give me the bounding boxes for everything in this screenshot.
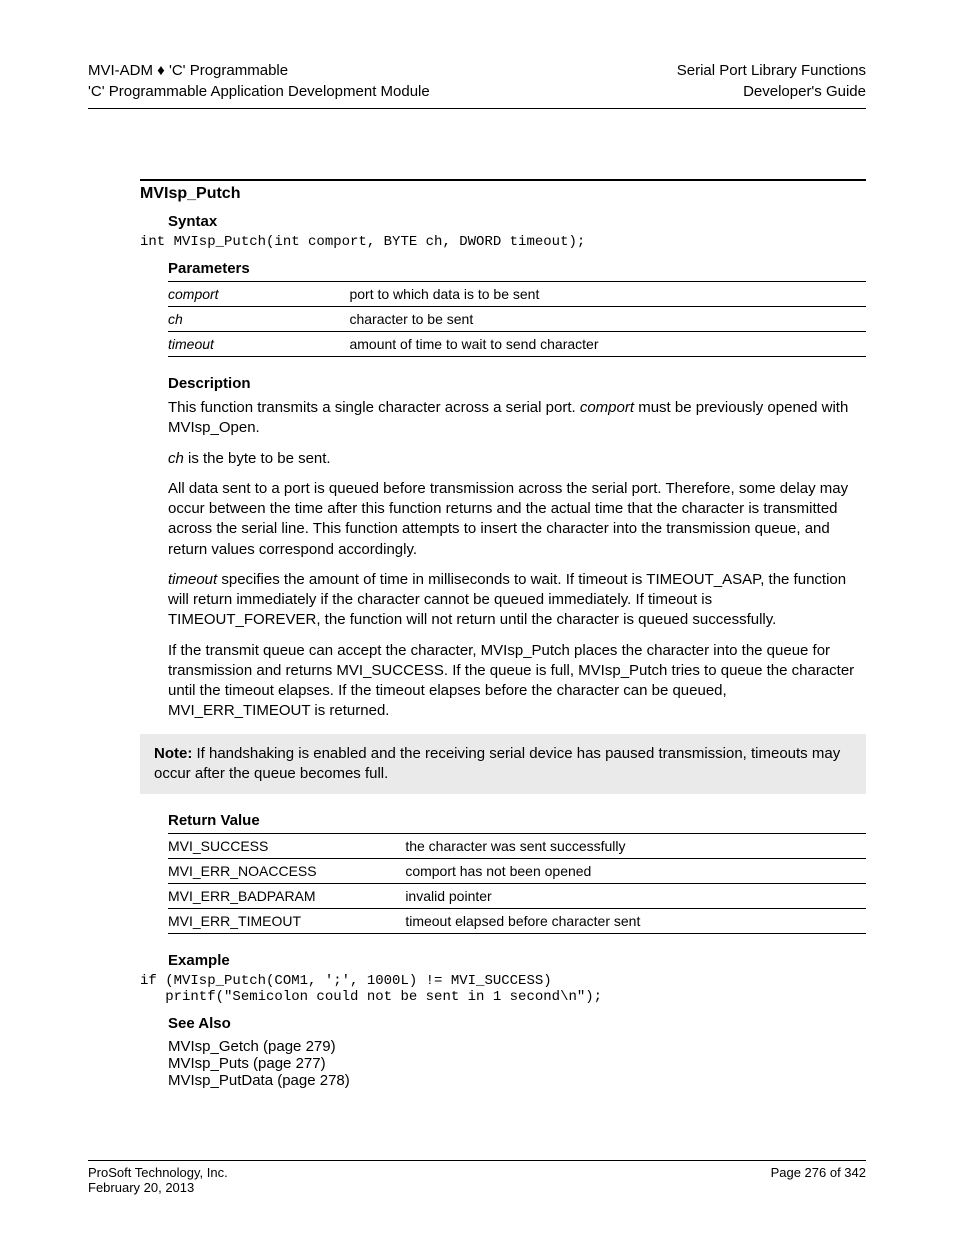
table-row: MVI_ERR_BADPARAM invalid pointer: [168, 884, 866, 909]
footer-company: ProSoft Technology, Inc.: [88, 1165, 328, 1180]
desc-p3: All data sent to a port is queued before…: [168, 479, 866, 560]
desc-p4: timeout specifies the amount of time in …: [168, 570, 866, 631]
param-desc: character to be sent: [349, 307, 866, 332]
param-name: ch: [168, 307, 349, 332]
description-body: This function transmits a single charact…: [168, 398, 866, 722]
heading-syntax: Syntax: [168, 213, 866, 230]
header-left-line2: 'C' Programmable Application Development…: [88, 81, 430, 102]
desc-p1: This function transmits a single charact…: [168, 398, 866, 439]
function-title: MVIsp_Putch: [140, 185, 866, 203]
note-label: Note:: [154, 745, 192, 762]
table-row: ch character to be sent: [168, 307, 866, 332]
table-row: MVI_SUCCESS the character was sent succe…: [168, 834, 866, 859]
ret-desc: invalid pointer: [405, 884, 866, 909]
example-code: if (MVIsp_Putch(COM1, ';', 1000L) != MVI…: [140, 973, 866, 1005]
ret-name: MVI_ERR_NOACCESS: [168, 859, 405, 884]
header-left-line1: MVI-ADM ♦ 'C' Programmable: [88, 60, 430, 81]
desc-p2: ch is the byte to be sent.: [168, 449, 866, 469]
heading-see-also: See Also: [168, 1015, 866, 1032]
note-box: Note: If handshaking is enabled and the …: [140, 734, 866, 795]
page-header: MVI-ADM ♦ 'C' Programmable 'C' Programma…: [88, 60, 866, 109]
return-value-table: MVI_SUCCESS the character was sent succe…: [168, 833, 866, 934]
header-right-line1: Serial Port Library Functions: [677, 60, 866, 81]
table-row: MVI_ERR_NOACCESS comport has not been op…: [168, 859, 866, 884]
table-row: MVI_ERR_TIMEOUT timeout elapsed before c…: [168, 909, 866, 934]
ret-name: MVI_ERR_TIMEOUT: [168, 909, 405, 934]
ret-name: MVI_SUCCESS: [168, 834, 405, 859]
table-row: comport port to which data is to be sent: [168, 282, 866, 307]
header-left: MVI-ADM ♦ 'C' Programmable 'C' Programma…: [88, 60, 430, 102]
param-name: timeout: [168, 332, 349, 357]
see-also-body: MVIsp_Getch (page 279) MVIsp_Puts (page …: [168, 1038, 866, 1089]
footer-date: February 20, 2013: [88, 1180, 328, 1195]
ret-desc: comport has not been opened: [405, 859, 866, 884]
ret-desc: the character was sent successfully: [405, 834, 866, 859]
table-row: timeout amount of time to wait to send c…: [168, 332, 866, 357]
ret-desc: timeout elapsed before character sent: [405, 909, 866, 934]
heading-example: Example: [168, 952, 866, 969]
param-name: comport: [168, 282, 349, 307]
parameters-table: comport port to which data is to be sent…: [168, 281, 866, 357]
param-desc: port to which data is to be sent: [349, 282, 866, 307]
title-rule: [140, 179, 866, 181]
desc-p5: If the transmit queue can accept the cha…: [168, 641, 866, 722]
header-right: Serial Port Library Functions Developer'…: [677, 60, 866, 102]
heading-return-value: Return Value: [168, 812, 866, 829]
note-text: If handshaking is enabled and the receiv…: [154, 745, 840, 782]
heading-description: Description: [168, 375, 866, 392]
footer-left: ProSoft Technology, Inc. February 20, 20…: [88, 1165, 328, 1195]
syntax-code: int MVIsp_Putch(int comport, BYTE ch, DW…: [140, 234, 866, 250]
ret-name: MVI_ERR_BADPARAM: [168, 884, 405, 909]
heading-parameters: Parameters: [168, 260, 866, 277]
footer-right: Page 276 of 342: [626, 1165, 866, 1195]
footer-center: [328, 1165, 626, 1195]
page-footer: ProSoft Technology, Inc. February 20, 20…: [88, 1160, 866, 1195]
header-right-line2: Developer's Guide: [677, 81, 866, 102]
param-desc: amount of time to wait to send character: [349, 332, 866, 357]
